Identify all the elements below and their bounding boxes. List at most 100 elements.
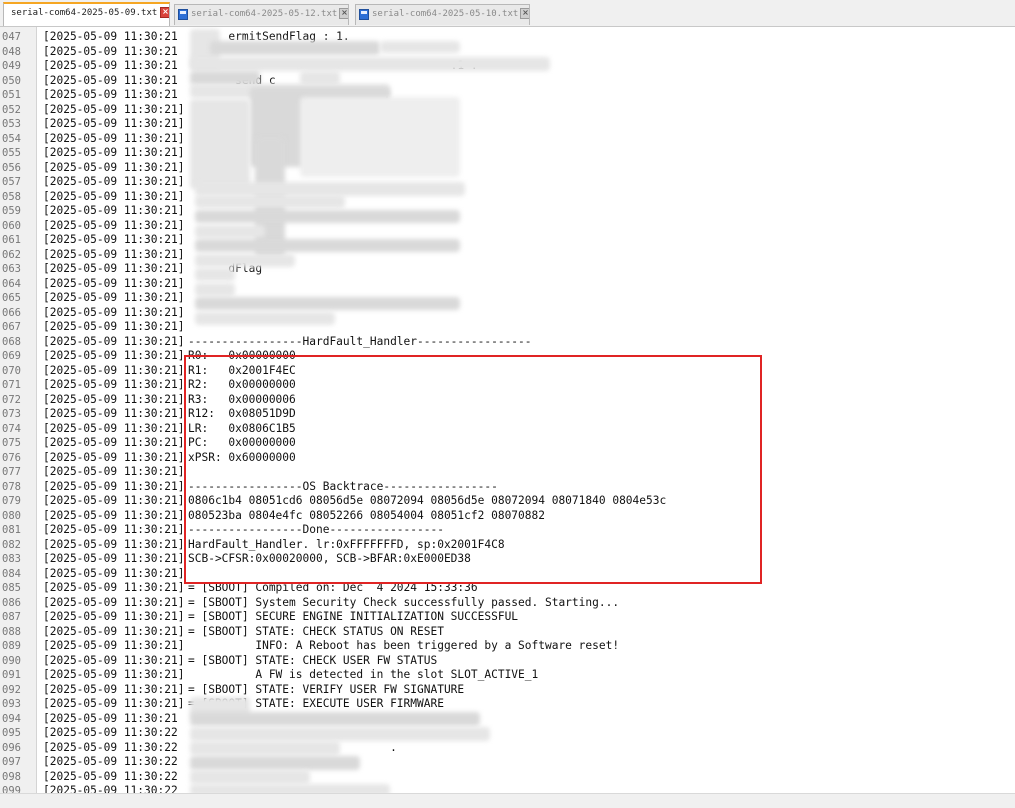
log-timestamp: [2025-05-09 11:30:21] xyxy=(43,697,185,710)
line-number: 096 xyxy=(2,741,21,754)
log-message: PC: 0x00000000 xyxy=(188,436,296,449)
log-timestamp: [2025-05-09 11:30:21] xyxy=(43,610,185,623)
log-line[interactable]: 091 [2025-05-09 11:30:21] A FW is detecte… xyxy=(0,668,1015,683)
log-line[interactable]: 082 [2025-05-09 11:30:21] HardFault_Handle… xyxy=(0,538,1015,553)
log-message: LR: 0x0806C1B5 xyxy=(188,421,296,435)
log-line[interactable]: 088 [2025-05-09 11:30:21] = [SBOOT] STATE:… xyxy=(0,625,1015,640)
log-line[interactable]: 094 [2025-05-09 11:30:21 xyxy=(0,712,1015,727)
log-line[interactable]: 053 [2025-05-09 11:30:21] xyxy=(0,117,1015,132)
log-line[interactable]: 068 [2025-05-09 11:30:21] ----------------… xyxy=(0,335,1015,350)
log-line[interactable]: 099 [2025-05-09 11:30:22 xyxy=(0,784,1015,793)
tab-file-2025-05-09[interactable]: serial-com64-2025-05-09.txt × xyxy=(3,2,170,26)
log-timestamp: [2025-05-09 11:30:21] xyxy=(43,363,185,377)
log-message: 080523ba 0804e4fc 08052266 08054004 0805… xyxy=(188,508,545,522)
log-line[interactable]: 070 [2025-05-09 11:30:21] R1: 0x2001F4EC xyxy=(0,364,1015,379)
log-timestamp: [2025-05-09 11:30:21] xyxy=(43,262,185,275)
log-line[interactable]: 093 [2025-05-09 11:30:21] = [SBOOT] STATE:… xyxy=(0,697,1015,712)
log-timestamp: [2025-05-09 11:30:22 xyxy=(43,784,178,793)
log-line[interactable]: 077 [2025-05-09 11:30:21] xyxy=(0,465,1015,480)
log-timestamp: [2025-05-09 11:30:22 xyxy=(43,769,178,783)
line-number: 058 xyxy=(2,190,21,203)
log-line[interactable]: 078 [2025-05-09 11:30:21] ----------------… xyxy=(0,480,1015,495)
log-line[interactable]: 098 [2025-05-09 11:30:22 xyxy=(0,770,1015,785)
log-timestamp: [2025-05-09 11:30:21] xyxy=(43,233,185,246)
close-tab-icon[interactable]: × xyxy=(339,8,348,19)
redacted-region xyxy=(190,741,340,755)
line-number: 065 xyxy=(2,292,21,304)
log-line[interactable]: 072 [2025-05-09 11:30:21] R3: 0x00000006 xyxy=(0,393,1015,408)
log-timestamp: [2025-05-09 11:30:21] xyxy=(43,523,185,536)
tab-file-2025-05-10[interactable]: serial-com64-2025-05-10.txt × xyxy=(355,4,530,25)
log-line[interactable]: 051[2025-05-09 11:30:21 e:1. xyxy=(0,88,1015,103)
log-line[interactable]: 060 [2025-05-09 11:30:21] xyxy=(0,219,1015,234)
redacted-region xyxy=(195,283,235,296)
line-number: 062 xyxy=(2,248,21,261)
log-line[interactable]: 076 [2025-05-09 11:30:21] xPSR: 0x60000000 xyxy=(0,451,1015,466)
log-message: = [SBOOT] STATE: CHECK STATUS ON RESET xyxy=(188,624,444,638)
log-line[interactable]: 081 [2025-05-09 11:30:21] ----------------… xyxy=(0,523,1015,538)
log-line[interactable]: 096 [2025-05-09 11:30:22 . xyxy=(0,741,1015,756)
log-line[interactable]: 065 [2025-05-09 11:30:21] xyxy=(0,291,1015,306)
log-timestamp: [2025-05-09 11:30:21] xyxy=(43,276,185,290)
log-line[interactable]: 047 [2025-05-09 11:30:21 ermitSendFlag : … xyxy=(0,30,1015,45)
log-line[interactable]: 067 [2025-05-09 11:30:21] xyxy=(0,320,1015,335)
log-line[interactable]: 085 [2025-05-09 11:30:21] = [SBOOT] Compil… xyxy=(0,581,1015,596)
redacted-region xyxy=(190,99,250,189)
redacted-region xyxy=(190,71,260,85)
log-line[interactable]: 050[2025-05-09 11:30:21 send c xyxy=(0,74,1015,89)
line-number: 080 xyxy=(2,509,21,522)
log-line[interactable]: 052 [2025-05-09 11:30:21] xyxy=(0,103,1015,118)
log-line[interactable]: 086 [2025-05-09 11:30:21] = [SBOOT] System… xyxy=(0,596,1015,611)
line-number: 088 xyxy=(2,625,21,638)
line-number: 052 xyxy=(2,103,21,116)
tab-label: serial-com64-2025-05-12.txt xyxy=(191,9,338,19)
tab-file-2025-05-12[interactable]: serial-com64-2025-05-12.txt × xyxy=(174,4,349,25)
log-message: = [SBOOT] Compiled on: Dec 4 2024 15:33:… xyxy=(188,581,478,594)
log-line[interactable]: 097 [2025-05-09 11:30:22 xyxy=(0,755,1015,770)
log-timestamp: [2025-05-09 11:30:21] xyxy=(43,247,185,261)
log-line[interactable]: 063 [2025-05-09 11:30:21] dFlag xyxy=(0,262,1015,277)
log-line[interactable]: 092 [2025-05-09 11:30:21] = [SBOOT] STATE:… xyxy=(0,683,1015,698)
log-line[interactable]: 074 [2025-05-09 11:30:21] LR: 0x0806C1B5 xyxy=(0,422,1015,437)
log-line[interactable]: 080 [2025-05-09 11:30:21] 080523ba 0804e4f… xyxy=(0,509,1015,524)
log-message: A FW is detected in the slot SLOT_ACTIVE… xyxy=(188,668,539,681)
close-tab-icon[interactable]: × xyxy=(520,8,529,19)
log-timestamp: [2025-05-09 11:30:21 xyxy=(43,711,178,725)
redacted-region xyxy=(195,297,460,310)
log-line[interactable]: 066 [2025-05-09 11:30:21] xyxy=(0,306,1015,321)
log-line[interactable]: 083 [2025-05-09 11:30:21] SCB->CFSR:0x0002… xyxy=(0,552,1015,567)
log-line[interactable]: 062 [2025-05-09 11:30:21] xyxy=(0,248,1015,263)
log-line[interactable]: 064 [2025-05-09 11:30:21] xyxy=(0,277,1015,292)
log-line[interactable]: 071 [2025-05-09 11:30:21] R2: 0x00000000 xyxy=(0,378,1015,393)
log-line[interactable]: 055 [2025-05-09 11:30:21] xyxy=(0,146,1015,161)
log-line[interactable]: 087 [2025-05-09 11:30:21] = [SBOOT] SECURE… xyxy=(0,610,1015,625)
log-line[interactable]: 059 [2025-05-09 11:30:21] xyxy=(0,204,1015,219)
log-line[interactable]: 095 [2025-05-09 11:30:22 xyxy=(0,726,1015,741)
log-line[interactable]: 069 [2025-05-09 11:30:21] R0: 0x00000000 xyxy=(0,349,1015,364)
line-number: 087 xyxy=(2,611,21,623)
log-line[interactable]: 058 [2025-05-09 11:30:21] xyxy=(0,190,1015,205)
log-line[interactable]: 054 [2025-05-09 11:30:21] xyxy=(0,132,1015,147)
log-line[interactable]: 056 [2025-05-09 11:30:21] xyxy=(0,161,1015,176)
redacted-region xyxy=(195,225,265,238)
log-line[interactable]: 090 [2025-05-09 11:30:21] = [SBOOT] STATE:… xyxy=(0,654,1015,669)
text-editor[interactable]: 047 [2025-05-09 11:30:21 ermitSendFlag : … xyxy=(0,27,1015,793)
redacted-region xyxy=(195,254,295,267)
close-tab-icon[interactable]: × xyxy=(160,7,169,18)
log-timestamp: [2025-05-09 11:30:21] xyxy=(43,146,185,159)
redacted-region xyxy=(195,239,460,252)
log-timestamp: [2025-05-09 11:30:21] xyxy=(43,291,185,304)
log-line[interactable]: 089 [2025-05-09 11:30:21] INFO: A Reboot … xyxy=(0,639,1015,654)
log-line[interactable]: 084 [2025-05-09 11:30:21] xyxy=(0,567,1015,582)
log-line[interactable]: 075 [2025-05-09 11:30:21] PC: 0x00000000 xyxy=(0,436,1015,451)
file-icon xyxy=(178,9,188,20)
log-line[interactable]: 073 [2025-05-09 11:30:21] R12: 0x08051D9D xyxy=(0,407,1015,422)
redacted-region xyxy=(190,770,310,784)
log-line[interactable]: 057 [2025-05-09 11:30:21] xyxy=(0,175,1015,190)
log-timestamp: [2025-05-09 11:30:21] xyxy=(43,653,185,667)
line-number: 072 xyxy=(2,393,21,406)
log-line[interactable]: 079 [2025-05-09 11:30:21] 0806c1b4 08051cd… xyxy=(0,494,1015,509)
redacted-region xyxy=(190,727,490,741)
tab-bar: serial-com64-2025-05-09.txt × serial-com… xyxy=(0,0,1015,27)
log-line[interactable]: 061 [2025-05-09 11:30:21] xyxy=(0,233,1015,248)
